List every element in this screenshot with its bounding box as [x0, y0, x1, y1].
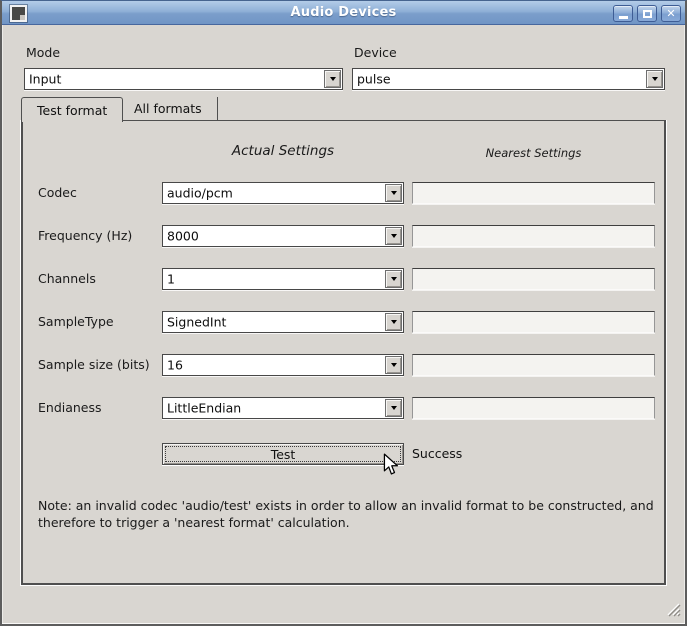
status-text: Success — [412, 443, 462, 465]
channels-label: Channels — [38, 268, 96, 290]
title-bar[interactable]: Audio Devices ✕ — [2, 1, 685, 25]
endianess-label: Endianess — [38, 397, 102, 419]
codec-select-value: audio/pcm — [167, 186, 233, 201]
samplesize-label: Sample size (bits) — [38, 354, 150, 376]
minimize-button[interactable] — [613, 5, 633, 22]
frequency-nearest-field — [412, 225, 655, 247]
sampletype-select[interactable]: SignedInt — [162, 311, 404, 333]
close-button[interactable]: ✕ — [661, 5, 681, 22]
actual-settings-header: Actual Settings — [162, 143, 404, 159]
device-label: Device — [354, 45, 397, 60]
chevron-down-icon — [391, 406, 397, 410]
close-icon: ✕ — [666, 8, 675, 19]
frequency-label: Frequency (Hz) — [38, 225, 132, 247]
nearest-settings-header: Nearest Settings — [412, 146, 655, 160]
mode-select-dropdown-button[interactable] — [324, 70, 341, 88]
channels-select-value: 1 — [167, 272, 175, 287]
codec-nearest-field — [412, 182, 655, 204]
chevron-down-icon — [652, 77, 658, 81]
chevron-down-icon — [391, 191, 397, 195]
samplesize-select-value: 16 — [167, 358, 183, 373]
codec-row: Codec audio/pcm — [2, 182, 685, 204]
samplesize-row: Sample size (bits) 16 — [2, 354, 685, 376]
mode-label: Mode — [26, 45, 60, 60]
device-select-value: pulse — [357, 72, 391, 87]
codec-select-dropdown-button[interactable] — [385, 184, 402, 202]
maximize-icon — [643, 10, 652, 18]
endianess-nearest-field — [412, 397, 655, 419]
sampletype-select-dropdown-button[interactable] — [385, 313, 402, 331]
sampletype-row: SampleType SignedInt — [2, 311, 685, 333]
tab-all-formats[interactable]: All formats — [119, 97, 218, 120]
codec-label: Codec — [38, 182, 77, 204]
mode-select[interactable]: Input — [24, 68, 343, 90]
mode-select-value: Input — [29, 72, 61, 87]
tab-test-format-label: Test format — [37, 103, 107, 118]
samplesize-nearest-field — [412, 354, 655, 376]
channels-row: Channels 1 — [2, 268, 685, 290]
resize-grip-icon — [666, 602, 681, 617]
sampletype-nearest-field — [412, 311, 655, 333]
chevron-down-icon — [391, 277, 397, 281]
endianess-select[interactable]: LittleEndian — [162, 397, 404, 419]
frequency-select-value: 8000 — [167, 229, 199, 244]
window-controls: ✕ — [613, 5, 681, 22]
channels-select-dropdown-button[interactable] — [385, 270, 402, 288]
chevron-down-icon — [391, 320, 397, 324]
codec-select[interactable]: audio/pcm — [162, 182, 404, 204]
device-select-dropdown-button[interactable] — [646, 70, 663, 88]
endianess-row: Endianess LittleEndian — [2, 397, 685, 419]
tab-all-formats-label: All formats — [134, 101, 202, 116]
test-button[interactable]: Test — [162, 443, 404, 465]
note-text: Note: an invalid codec 'audio/test' exis… — [38, 498, 654, 531]
tab-test-format[interactable]: Test format — [21, 97, 123, 122]
window-title: Audio Devices — [2, 5, 685, 20]
test-button-label: Test — [271, 447, 296, 462]
frequency-select-dropdown-button[interactable] — [385, 227, 402, 245]
endianess-select-dropdown-button[interactable] — [385, 399, 402, 417]
chevron-down-icon — [330, 77, 336, 81]
maximize-button[interactable] — [637, 5, 657, 22]
resize-grip[interactable] — [666, 602, 681, 621]
frequency-row: Frequency (Hz) 8000 — [2, 225, 685, 247]
channels-nearest-field — [412, 268, 655, 290]
samplesize-select[interactable]: 16 — [162, 354, 404, 376]
sampletype-select-value: SignedInt — [167, 315, 226, 330]
chevron-down-icon — [391, 234, 397, 238]
channels-select[interactable]: 1 — [162, 268, 404, 290]
device-select[interactable]: pulse — [352, 68, 665, 90]
window-icon-fold — [20, 15, 25, 20]
endianess-select-value: LittleEndian — [167, 401, 241, 416]
minimize-icon — [619, 16, 628, 19]
audio-devices-window: Audio Devices ✕ Mode Device Input pulse … — [0, 0, 687, 626]
window-icon — [10, 5, 27, 22]
frequency-select[interactable]: 8000 — [162, 225, 404, 247]
samplesize-select-dropdown-button[interactable] — [385, 356, 402, 374]
sampletype-label: SampleType — [38, 311, 114, 333]
chevron-down-icon — [391, 363, 397, 367]
